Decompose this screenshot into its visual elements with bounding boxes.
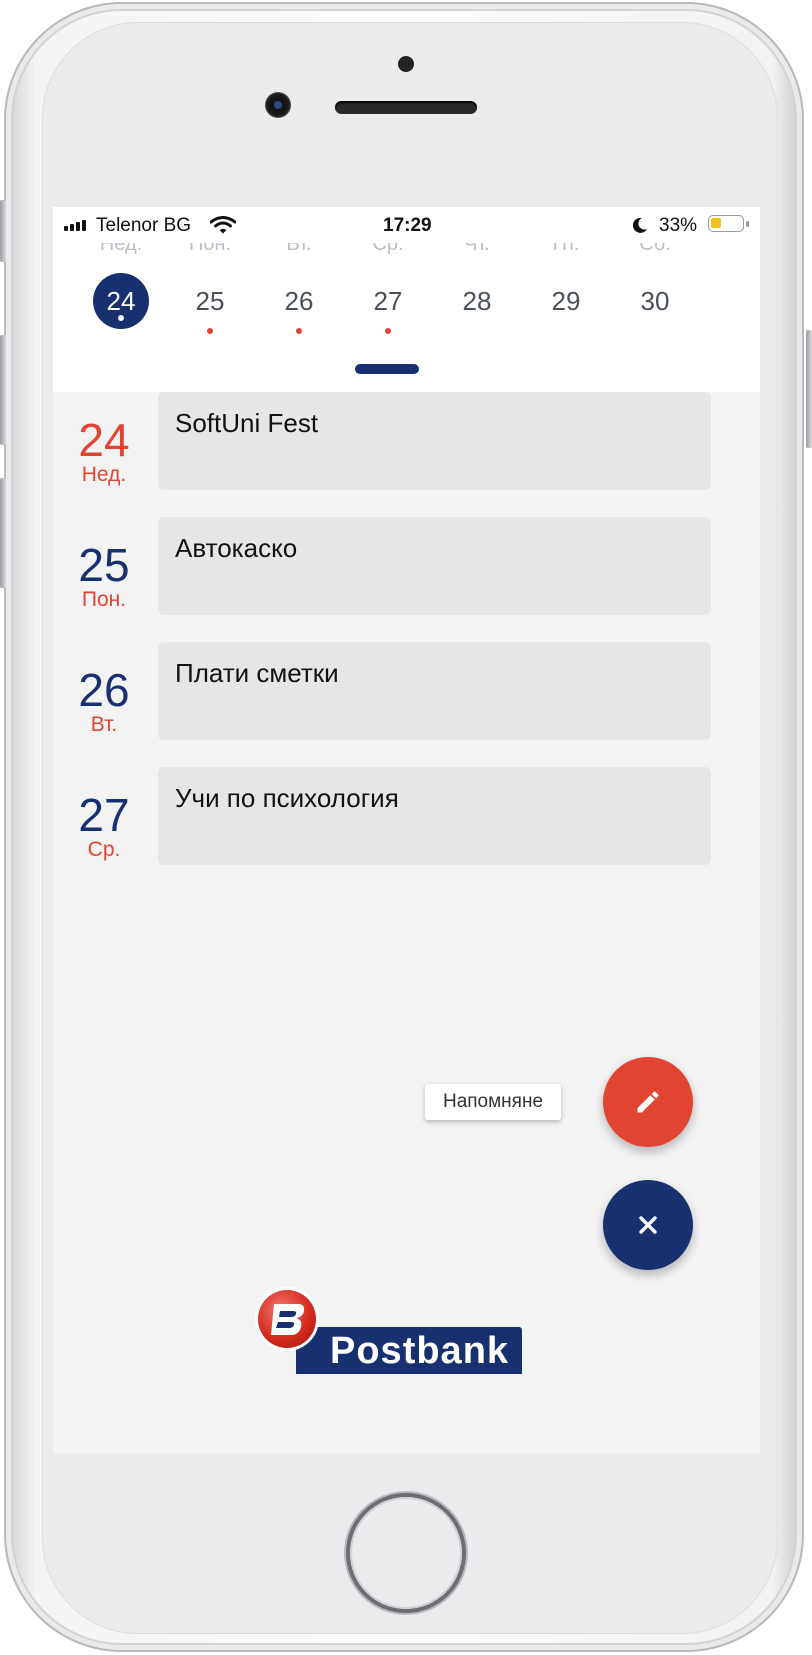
volume-down-button: [0, 478, 6, 588]
event-weekday: Ср.: [87, 838, 121, 861]
event-title: Автокаско: [175, 533, 298, 563]
status-time: 17:29: [383, 215, 432, 236]
event-row: 25 Пон. Автокаско: [53, 517, 760, 615]
event-title: Учи по психология: [175, 783, 399, 813]
drag-handle[interactable]: [355, 364, 419, 374]
day-number: 29: [551, 286, 581, 316]
week-strip: Нед. Пон. Вт. Ср. Чт. Пт. Сб. 24 25 26 27 28 29 30: [53, 229, 760, 392]
earpiece-speaker: [335, 101, 477, 114]
day-cell-30[interactable]: 30: [615, 273, 695, 337]
event-indicator-dot: [118, 315, 124, 321]
event-title: Плати сметки: [175, 658, 339, 688]
event-card[interactable]: SoftUni Fest: [158, 392, 711, 490]
day-number: 27: [373, 286, 403, 316]
event-date: 26 Вт.: [53, 666, 155, 736]
event-indicator-dot: [207, 328, 213, 334]
front-camera: [265, 92, 291, 118]
event-card[interactable]: Учи по психология: [158, 767, 711, 865]
day-cell-27[interactable]: 27: [348, 273, 428, 337]
event-row: 26 Вт. Плати сметки: [53, 642, 760, 740]
day-number: 28: [462, 286, 492, 316]
day-cell-26[interactable]: 26: [259, 273, 339, 337]
proximity-sensor: [398, 56, 414, 72]
event-weekday: Нед.: [81, 463, 127, 486]
event-card[interactable]: Автокаско: [158, 517, 711, 615]
event-date: 27 Ср.: [53, 791, 155, 861]
battery-icon: [708, 215, 749, 232]
event-title: SoftUni Fest: [175, 408, 319, 438]
day-cell-28[interactable]: 28: [437, 273, 517, 337]
status-bar: Telenor BG 17:29 33%: [53, 207, 760, 243]
day-cell-29[interactable]: 29: [526, 273, 606, 337]
day-number: 30: [640, 286, 670, 316]
pencil-icon: [637, 1091, 659, 1113]
event-weekday: Вт.: [90, 713, 118, 736]
day-number: 25: [195, 286, 225, 316]
wifi-icon: [210, 216, 236, 234]
moon-icon: [632, 217, 647, 233]
carrier-name: Telenor BG: [96, 215, 192, 236]
event-date: 25 Пон.: [53, 541, 155, 611]
power-button: [806, 330, 812, 448]
event-date: 24 Нед.: [53, 416, 155, 486]
close-fab-button[interactable]: [603, 1180, 693, 1270]
event-day-number: 26: [78, 664, 130, 716]
event-day-number: 24: [78, 414, 130, 466]
event-weekday: Пон.: [81, 588, 127, 611]
event-indicator-dot: [385, 328, 391, 334]
signal-icon: [64, 220, 86, 231]
event-day-number: 27: [78, 789, 130, 841]
close-icon: [639, 1216, 657, 1234]
app-screen: Нед. Пон. Вт. Ср. Чт. Пт. Сб. 24 25 26 27 28 29 30 T…: [53, 207, 760, 1454]
home-button[interactable]: [350, 1497, 462, 1609]
logo-text: Postbank: [330, 1330, 510, 1372]
day-cell-25[interactable]: 25: [170, 273, 250, 337]
event-indicator-dot: [296, 328, 302, 334]
postbank-logo: Postbank: [258, 1290, 522, 1374]
event-card[interactable]: Плати сметки: [158, 642, 711, 740]
volume-up-button: [0, 335, 6, 445]
event-row: 24 Нед. SoftUni Fest: [53, 392, 760, 490]
event-day-number: 25: [78, 539, 130, 591]
reminder-tooltip[interactable]: Напомняне: [425, 1084, 561, 1120]
day-number: 26: [284, 286, 314, 316]
new-reminder-button[interactable]: [603, 1057, 693, 1147]
day-cell-24[interactable]: 24: [81, 273, 161, 337]
mute-switch: [0, 200, 6, 262]
logo-emblem: [258, 1290, 316, 1348]
battery-percent: 33%: [659, 215, 698, 236]
event-row: 27 Ср. Учи по психология: [53, 767, 760, 865]
